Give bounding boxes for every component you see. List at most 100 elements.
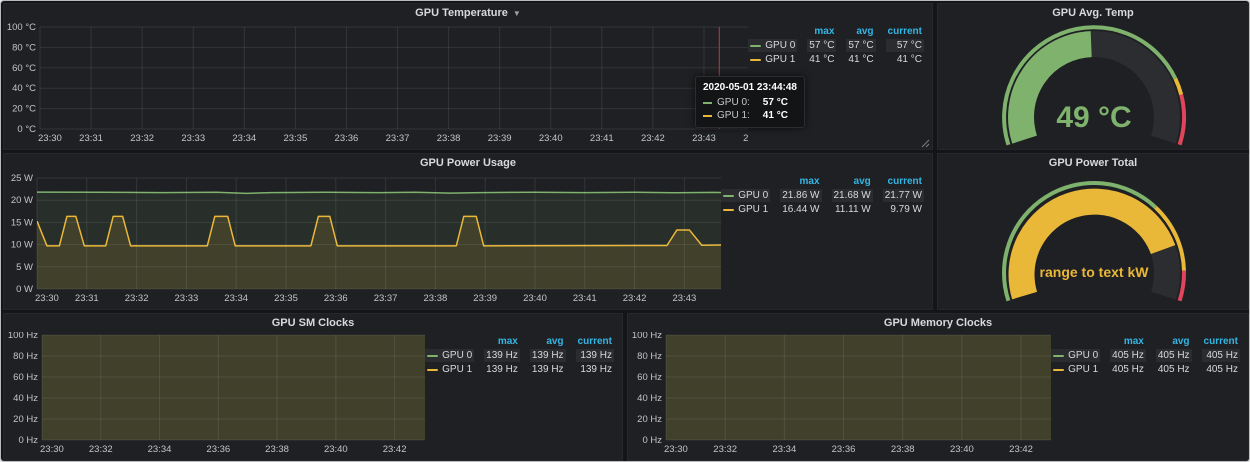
x-axis-label: 23:31 <box>79 133 103 144</box>
panel-title-text: GPU Memory Clocks <box>884 317 992 329</box>
tooltip-timestamp: 2020-05-01 23:44:48 <box>703 81 797 94</box>
tooltip-row: GPU 1: 41 °C <box>703 109 797 122</box>
y-axis-label: 60 Hz <box>637 372 662 383</box>
legend-stat-value: 139 Hz <box>484 349 520 362</box>
x-axis-label: 23:40 <box>523 293 547 304</box>
panel-title-gpu-avg-temp[interactable]: GPU Avg. Temp <box>938 4 1248 22</box>
y-axis-label: 100 °C <box>7 22 36 33</box>
y-axis-label: 0 Hz <box>642 435 662 446</box>
legend-series-toggle[interactable]: GPU 1 <box>1051 363 1100 376</box>
legend-stat-value: 139 Hz <box>530 363 566 376</box>
x-axis-label: 23:40 <box>539 133 563 144</box>
legend-header-avg: avg <box>846 25 875 38</box>
legend-stat-value: 405 Hz <box>1202 349 1240 362</box>
legend-stat-value: 405 Hz <box>1156 349 1192 362</box>
x-axis-label: 23:42 <box>641 133 665 144</box>
x-axis-label: 23:38 <box>437 133 461 144</box>
legend-stat-value: 57 °C <box>846 39 875 52</box>
gpu-power-usage-chart[interactable]: 0 W5 W10 W15 W20 W25 W23:3023:3123:3223:… <box>4 172 721 309</box>
y-axis-label: 40 °C <box>12 83 36 94</box>
legend-stat-value: 405 Hz <box>1110 349 1146 362</box>
legend-stat-value: 139 Hz <box>576 363 614 376</box>
x-axis-label: 23:40 <box>950 444 974 455</box>
x-axis-label: 23:37 <box>386 133 410 144</box>
legend-series-toggle[interactable]: GPU 1 <box>425 363 474 376</box>
legend-series-name: GPU 1 <box>1068 364 1098 375</box>
gpu-power-total-gauge: range to text kW <box>938 172 1249 309</box>
series-dash-icon <box>750 59 761 61</box>
y-axis-label: 20 Hz <box>637 414 662 425</box>
gauge-threshold-arc-red <box>1180 271 1184 301</box>
gpu-temperature-chart[interactable]: 0 °C20 °C40 °C60 °C80 °C100 °C23:3023:31… <box>4 22 748 149</box>
legend-header-spacer <box>748 25 797 38</box>
x-axis-label: 23:34 <box>232 133 256 144</box>
panel-title-gpu-memory-clocks[interactable]: GPU Memory Clocks <box>628 314 1248 332</box>
y-axis-label: 40 Hz <box>13 393 38 404</box>
gpu-power-usage-legend: maxavgcurrentGPU 021.86 W21.68 W21.77 WG… <box>721 172 932 216</box>
legend-series-toggle[interactable]: GPU 0 <box>1051 349 1100 362</box>
legend-header-current: current <box>886 25 924 38</box>
x-axis-label: 23:32 <box>125 293 149 304</box>
series-area-fill <box>666 332 1051 440</box>
legend-series-name: GPU 1 <box>738 204 768 215</box>
legend-stat-value: 405 Hz <box>1110 363 1146 376</box>
legend-stat-value: 139 Hz <box>576 349 614 362</box>
series-dash-icon <box>723 195 734 197</box>
y-axis-label: 0 Hz <box>18 435 38 446</box>
legend-stat-value: 405 Hz <box>1202 363 1240 376</box>
legend-stat-value: 16.44 W <box>780 203 821 216</box>
gpu-sm-clocks-chart[interactable]: 0 Hz20 Hz40 Hz60 Hz80 Hz100 Hz23:3023:32… <box>4 332 425 460</box>
panel-title-gpu-power-usage[interactable]: GPU Power Usage <box>4 154 932 172</box>
legend-header-current: current <box>576 335 614 348</box>
legend-header-current: current <box>883 175 924 188</box>
panel-title-text: GPU Temperature <box>415 7 508 19</box>
panel-title-text: GPU Power Usage <box>420 157 516 169</box>
x-axis-label: 23:43 <box>692 133 716 144</box>
y-axis-label: 25 W <box>11 173 33 184</box>
y-axis-label: 60 Hz <box>13 372 38 383</box>
x-axis-label: 23:30 <box>38 133 62 144</box>
legend-stat-value: 11.11 W <box>832 203 873 216</box>
legend-stat-value: 21.86 W <box>780 189 821 202</box>
legend-stat-value: 21.77 W <box>883 189 924 202</box>
panel-title-gpu-sm-clocks[interactable]: GPU SM Clocks <box>4 314 622 332</box>
gpu-memory-clocks-chart[interactable]: 0 Hz20 Hz40 Hz60 Hz80 Hz100 Hz23:3023:32… <box>628 332 1051 460</box>
gauge-value-text: 49 °C <box>1056 101 1131 134</box>
y-axis-label: 20 Hz <box>13 414 38 425</box>
gauge-value-text: range to text kW <box>1040 264 1150 280</box>
grafana-dashboard: GPU Temperature ▼ 0 °C20 °C40 °C60 °C80 … <box>0 0 1250 462</box>
x-axis-label: 23:38 <box>265 444 289 455</box>
legend-series-name: GPU 0 <box>442 350 472 361</box>
y-axis-label: 40 Hz <box>637 393 662 404</box>
legend-series-name: GPU 1 <box>442 364 472 375</box>
panel-resize-handle[interactable] <box>921 139 930 148</box>
legend-series-name: GPU 1 <box>765 54 795 65</box>
panel-title-gpu-temperature[interactable]: GPU Temperature ▼ <box>4 4 932 22</box>
legend-series-toggle[interactable]: GPU 0 <box>748 39 797 52</box>
legend-series-toggle[interactable]: GPU 0 <box>425 349 474 362</box>
panel-gpu-power-usage: GPU Power Usage 0 W5 W10 W15 W20 W25 W23… <box>3 153 933 310</box>
y-axis-label: 20 °C <box>12 104 36 115</box>
panel-title-text: GPU SM Clocks <box>272 317 355 329</box>
y-axis-label: 80 Hz <box>637 351 662 362</box>
panel-title-gpu-power-total[interactable]: GPU Power Total <box>938 154 1248 172</box>
series-dash-icon <box>703 102 712 104</box>
legend-series-toggle[interactable]: GPU 1 <box>721 203 770 216</box>
x-axis-label: 23:44 <box>743 133 748 144</box>
x-axis-label: 23:42 <box>1009 444 1033 455</box>
panel-gpu-power-total: GPU Power Total range to text kW <box>937 153 1249 310</box>
y-axis-label: 20 W <box>11 195 33 206</box>
gauge-track-arc <box>1163 250 1167 296</box>
legend-series-toggle[interactable]: GPU 1 <box>748 53 797 66</box>
legend-series-toggle[interactable]: GPU 0 <box>721 189 770 202</box>
panel-title-text: GPU Power Total <box>1049 157 1137 169</box>
legend-stat-value: 41 °C <box>846 53 875 66</box>
x-axis-label: 23:30 <box>35 293 59 304</box>
legend-series-name: GPU 0 <box>1068 350 1098 361</box>
y-axis-label: 15 W <box>11 217 33 228</box>
y-axis-label: 60 °C <box>12 63 36 74</box>
x-axis-label: 23:30 <box>664 444 688 455</box>
legend-header-avg: avg <box>530 335 566 348</box>
x-axis-label: 23:38 <box>891 444 915 455</box>
x-axis-label: 23:36 <box>206 444 230 455</box>
